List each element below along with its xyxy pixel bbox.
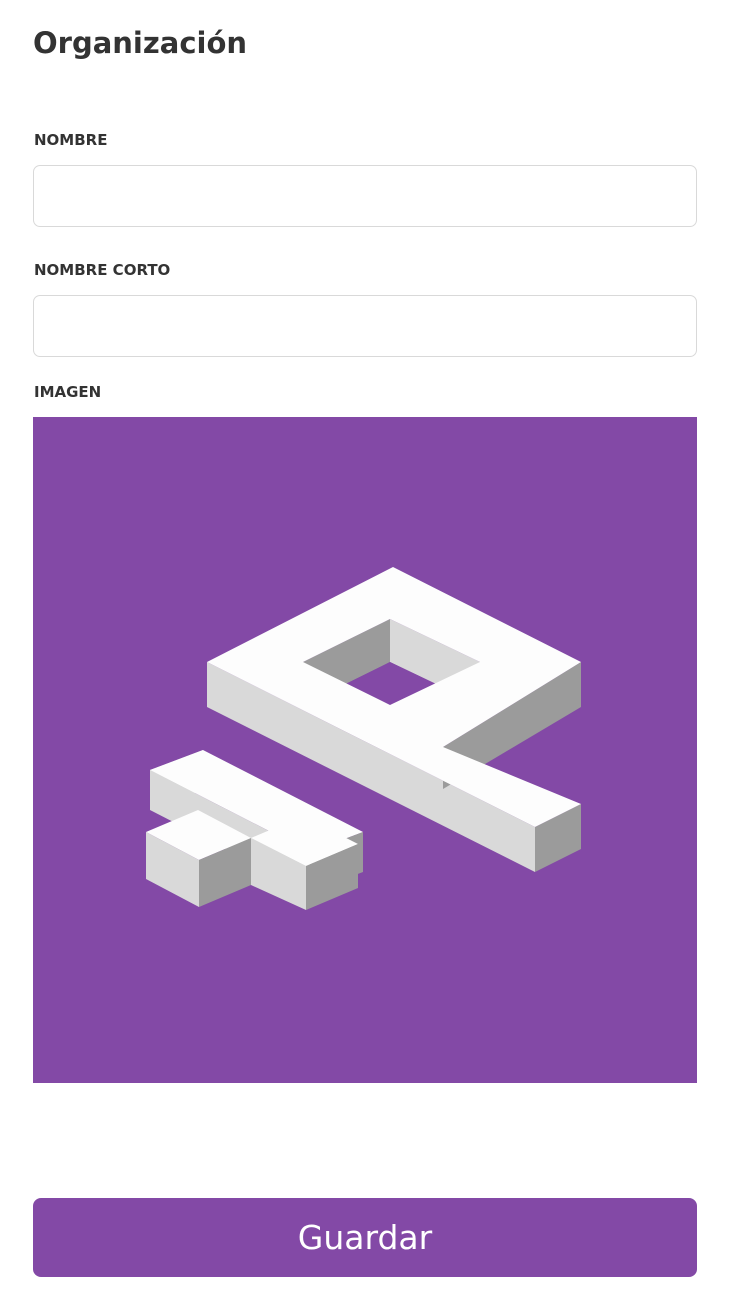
name-label: NOMBRE xyxy=(34,131,108,149)
organization-image[interactable] xyxy=(33,417,697,1083)
short-name-label: NOMBRE CORTO xyxy=(34,261,171,279)
image-label: IMAGEN xyxy=(34,383,102,401)
name-input[interactable] xyxy=(33,165,697,227)
page-title: Organización xyxy=(33,26,248,60)
short-name-input[interactable] xyxy=(33,295,697,357)
save-button[interactable]: Guardar xyxy=(33,1198,697,1277)
isometric-venus-symbol-icon xyxy=(33,417,697,1083)
